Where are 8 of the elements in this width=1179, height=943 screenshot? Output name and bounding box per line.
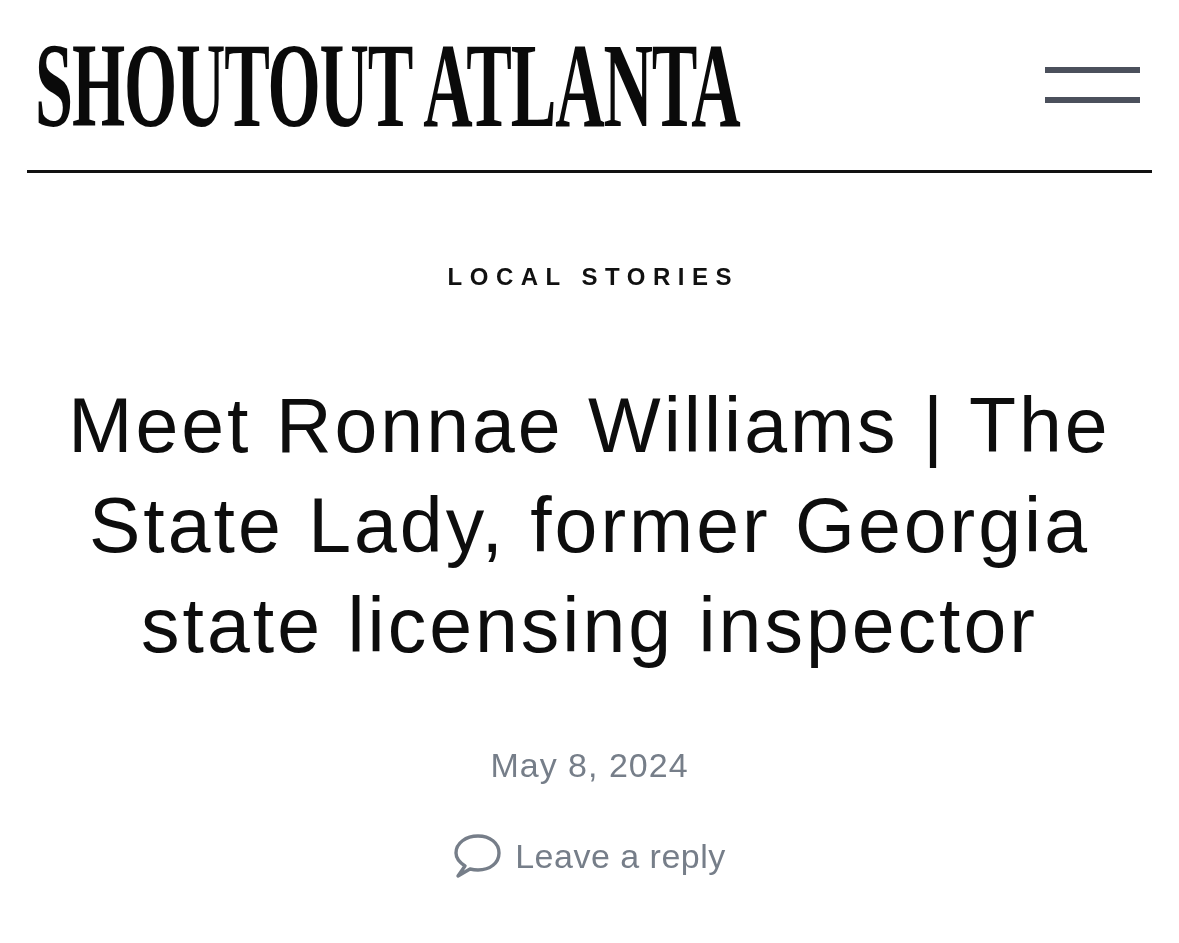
publish-date: May 8, 2024 <box>490 745 689 785</box>
category-link[interactable]: LOCAL STORIES <box>440 262 739 292</box>
reply-link[interactable]: Leave a reply <box>453 832 726 880</box>
article-title: Meet Ronnae Williams | The State Lady, former Georgia state licensing inspector <box>67 381 1112 670</box>
comment-icon <box>453 833 502 879</box>
site-logo[interactable]: SHOUTOUT ATLANTA <box>35 24 740 146</box>
menu-icon <box>1045 67 1140 103</box>
menu-button[interactable] <box>1045 67 1140 103</box>
